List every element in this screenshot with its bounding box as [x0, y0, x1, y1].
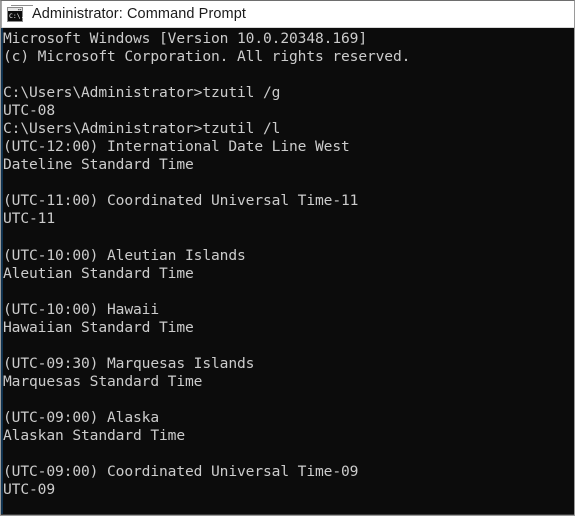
window-bottom-border: [1, 514, 574, 515]
svg-text:C:\.: C:\.: [9, 12, 23, 20]
command-prompt-window: C:\. Administrator: Command Prompt Micro…: [0, 0, 575, 516]
console-output-area[interactable]: Microsoft Windows [Version 10.0.20348.16…: [1, 28, 574, 515]
titlebar[interactable]: C:\. Administrator: Command Prompt: [1, 1, 574, 28]
console-text: Microsoft Windows [Version 10.0.20348.16…: [3, 30, 411, 499]
command-prompt-icon[interactable]: C:\.: [7, 6, 24, 22]
titlebar-left-edge: [1, 1, 2, 28]
window-title: Administrator: Command Prompt: [32, 5, 247, 22]
